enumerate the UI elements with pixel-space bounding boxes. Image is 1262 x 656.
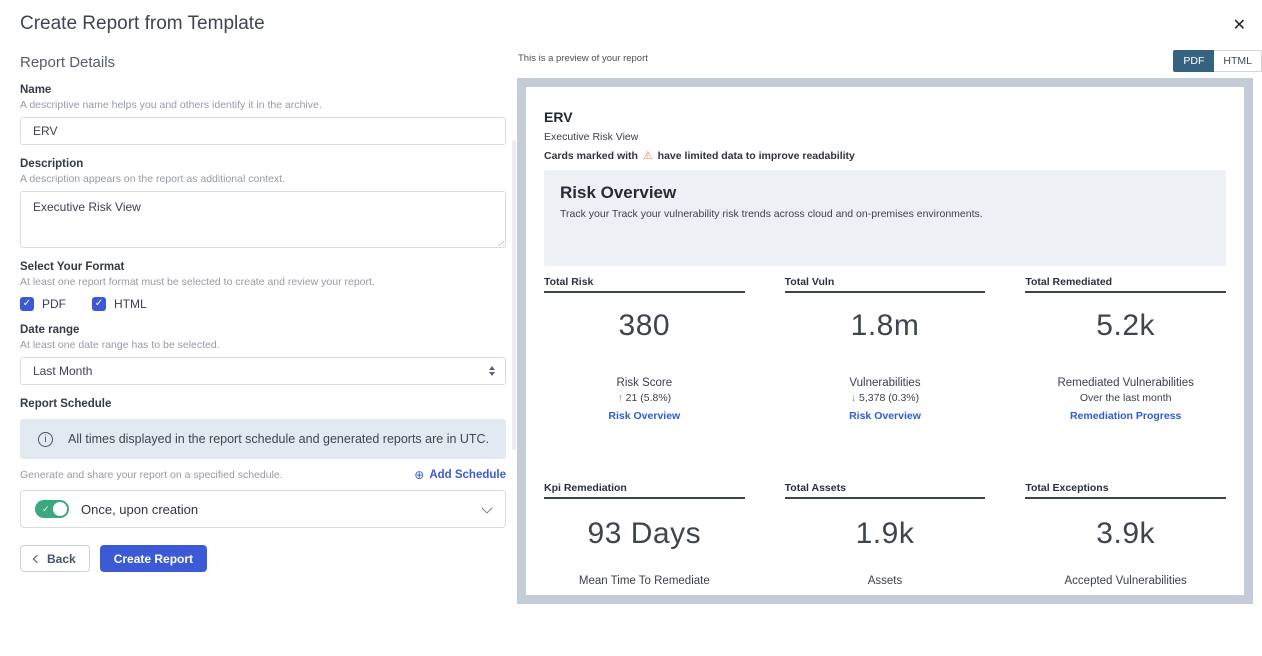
metric-delta: ↑ 21 (5.8%) xyxy=(544,392,745,404)
date-range-helper: At least one date range has to be select… xyxy=(20,339,506,351)
form-scrollbar[interactable] xyxy=(512,140,516,450)
name-input-value: ERV xyxy=(33,124,57,138)
report-details-form: Report Details Name A descriptive name h… xyxy=(20,54,506,528)
metric-row-2: Kpi Remediation 93 Days Mean Time To Rem… xyxy=(544,482,1226,587)
schedule-item-label: Once, upon creation xyxy=(81,502,471,517)
utc-info-banner: i All times displayed in the report sche… xyxy=(20,419,506,459)
description-value: Executive Risk View xyxy=(33,200,141,214)
metric-card-total-remediated: Total Remediated 5.2k Remediated Vulnera… xyxy=(1025,276,1226,422)
metric-header: Total Remediated xyxy=(1025,276,1226,293)
report-preview-frame: ERV Executive Risk View Cards marked wit… xyxy=(517,78,1253,604)
report-schedule-label: Report Schedule xyxy=(20,398,506,410)
metric-card-total-exceptions: Total Exceptions 3.9k Accepted Vulnerabi… xyxy=(1025,482,1226,587)
metric-header: Kpi Remediation xyxy=(544,482,745,499)
chevron-left-icon xyxy=(33,554,41,562)
back-button[interactable]: Back xyxy=(20,545,90,572)
metric-link[interactable]: Remediation Progress xyxy=(1025,410,1226,422)
metric-link[interactable]: Risk Overview xyxy=(785,410,986,422)
metric-delta-text: 21 (5.8%) xyxy=(626,392,672,404)
metric-link[interactable]: Risk Overview xyxy=(544,410,745,422)
description-helper: A description appears on the report as a… xyxy=(20,173,506,185)
toggle-knob xyxy=(53,502,67,516)
schedule-toggle-on[interactable] xyxy=(35,500,69,518)
checkbox-checked-icon xyxy=(92,297,106,311)
warning-triangle-icon: ⚠ xyxy=(641,150,655,162)
metric-value: 3.9k xyxy=(1025,517,1226,551)
metric-value: 380 xyxy=(544,309,745,343)
metric-label: Remediated Vulnerabilities xyxy=(1025,377,1226,389)
date-range-select[interactable]: Last Month xyxy=(20,357,506,385)
metric-header: Total Exceptions xyxy=(1025,482,1226,499)
preview-format-html-button[interactable]: HTML xyxy=(1214,50,1262,72)
format-html-label: HTML xyxy=(114,297,147,311)
name-helper: A descriptive name helps you and others … xyxy=(20,99,506,111)
preview-caption: This is a preview of your report xyxy=(518,53,648,64)
name-label: Name xyxy=(20,84,506,96)
add-schedule-label: Add Schedule xyxy=(429,469,506,481)
format-pdf-label: PDF xyxy=(42,297,66,311)
note-prefix: Cards marked with xyxy=(544,150,638,162)
preview-format-pdf-button[interactable]: PDF xyxy=(1173,50,1214,72)
close-icon[interactable]: ✕ xyxy=(1233,18,1246,34)
format-checkbox-pdf[interactable]: PDF xyxy=(20,297,66,311)
metric-card-kpi-remediation: Kpi Remediation 93 Days Mean Time To Rem… xyxy=(544,482,745,587)
metric-delta: ↓ 5,378 (0.3%) xyxy=(785,392,986,404)
risk-overview-description: Track your Track your vulnerability risk… xyxy=(560,208,1210,220)
metric-sublabel: Over the last month xyxy=(1025,392,1226,404)
format-helper: At least one report format must be selec… xyxy=(20,276,506,288)
format-checkbox-group: PDF HTML xyxy=(20,297,506,311)
add-schedule-button[interactable]: ⊕ Add Schedule xyxy=(414,468,506,482)
risk-overview-banner: Risk Overview Track your Track your vuln… xyxy=(544,170,1226,266)
format-checkbox-html[interactable]: HTML xyxy=(92,297,147,311)
metric-label: Vulnerabilities xyxy=(785,377,986,389)
schedule-item-row[interactable]: Once, upon creation xyxy=(20,490,506,528)
dialog-title: Create Report from Template xyxy=(20,13,265,35)
create-report-button[interactable]: Create Report xyxy=(100,545,207,572)
schedule-helper-row: Generate and share your report on a spec… xyxy=(20,468,506,482)
format-label: Select Your Format xyxy=(20,261,506,273)
checkbox-checked-icon xyxy=(20,297,34,311)
dialog-actions: Back Create Report xyxy=(20,545,207,572)
resize-handle-icon[interactable] xyxy=(495,237,504,246)
description-textarea[interactable]: Executive Risk View xyxy=(20,191,506,248)
metric-label: Mean Time To Remediate xyxy=(544,575,745,587)
name-input[interactable]: ERV xyxy=(20,117,506,145)
metric-card-total-assets: Total Assets 1.9k Assets xyxy=(785,482,986,587)
note-suffix: have limited data to improve readability xyxy=(658,150,855,162)
plus-circle-icon: ⊕ xyxy=(414,468,424,482)
date-range-value: Last Month xyxy=(33,364,92,378)
metric-label: Accepted Vulnerabilities xyxy=(1025,575,1226,587)
utc-info-text: All times displayed in the report schedu… xyxy=(68,432,489,446)
metric-value: 93 Days xyxy=(544,517,745,551)
arrow-down-icon: ↓ xyxy=(851,392,856,404)
metric-delta-text: 5,378 (0.3%) xyxy=(859,392,919,404)
metric-card-total-vuln: Total Vuln 1.8m Vulnerabilities ↓ 5,378 … xyxy=(785,276,986,422)
preview-format-toggle: PDF HTML xyxy=(1173,50,1262,72)
chevron-down-icon[interactable] xyxy=(481,502,492,513)
metric-value: 1.9k xyxy=(785,517,986,551)
metric-card-total-risk: Total Risk 380 Risk Score ↑ 21 (5.8%) Ri… xyxy=(544,276,745,422)
schedule-helper: Generate and share your report on a spec… xyxy=(20,469,283,481)
metric-header: Total Risk xyxy=(544,276,745,293)
metric-label: Risk Score xyxy=(544,377,745,389)
report-note: Cards marked with ⚠ have limited data to… xyxy=(544,149,1226,162)
back-button-label: Back xyxy=(47,552,76,566)
create-report-dialog: Create Report from Template ✕ Report Det… xyxy=(0,0,1262,656)
metric-label: Assets xyxy=(785,575,986,587)
risk-overview-title: Risk Overview xyxy=(560,183,1210,203)
report-subtitle: Executive Risk View xyxy=(544,131,1226,143)
form-section-title: Report Details xyxy=(20,54,506,71)
report-title: ERV xyxy=(544,109,1226,125)
metric-header: Total Assets xyxy=(785,482,986,499)
description-label: Description xyxy=(20,158,506,170)
arrow-up-icon: ↑ xyxy=(617,392,622,404)
info-icon: i xyxy=(38,432,53,447)
metric-header: Total Vuln xyxy=(785,276,986,293)
metric-row-1: Total Risk 380 Risk Score ↑ 21 (5.8%) Ri… xyxy=(544,276,1226,422)
report-page: ERV Executive Risk View Cards marked wit… xyxy=(526,87,1244,595)
metric-value: 1.8m xyxy=(785,309,986,343)
date-range-label: Date range xyxy=(20,324,506,336)
select-stepper-icon xyxy=(489,366,495,376)
metric-value: 5.2k xyxy=(1025,309,1226,343)
